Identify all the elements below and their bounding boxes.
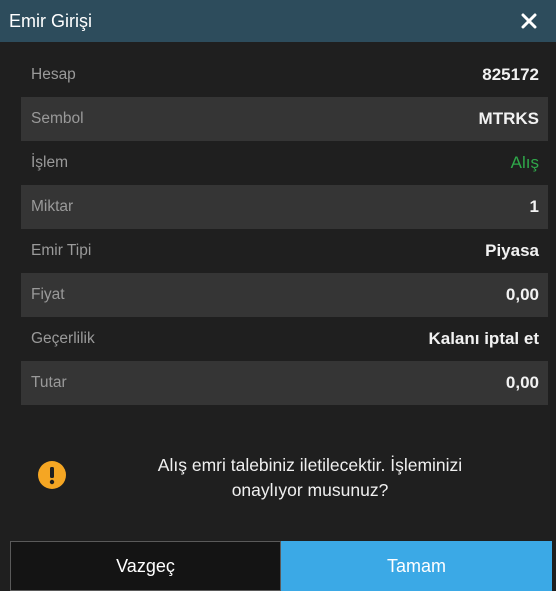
row-symbol: Sembol MTRKS <box>21 97 548 141</box>
field-label: Sembol <box>31 110 84 127</box>
order-type-value: Piyasa <box>485 241 539 260</box>
account-value: 825172 <box>482 65 539 84</box>
row-validity: Geçerlilik Kalanı iptal et <box>21 317 548 361</box>
field-label: Emir Tipi <box>31 242 92 259</box>
row-account: Hesap 825172 <box>21 53 548 97</box>
field-label: Tutar <box>31 374 67 391</box>
cancel-button[interactable]: Vazgeç <box>10 541 281 591</box>
confirmation-line-1: Alış emri talebiniz iletilecektir. İşlem… <box>157 455 463 475</box>
row-order-type: Emir Tipi Piyasa <box>21 229 548 273</box>
warning-icon <box>38 461 66 489</box>
field-label: Geçerlilik <box>31 330 95 347</box>
bottom-strip <box>0 591 556 598</box>
dialog-buttons: Vazgeç Tamam <box>10 541 552 591</box>
confirmation-message: Alış emri talebiniz iletilecektir. İşlem… <box>80 453 540 503</box>
transaction-value: Alış <box>510 153 539 172</box>
order-details: Hesap 825172 Sembol MTRKS İşlem Alış Mik… <box>21 53 548 405</box>
row-quantity: Miktar 1 <box>21 185 548 229</box>
price-value: 0,00 <box>505 285 539 304</box>
confirmation-line-2: onaylıyor musunuz? <box>231 480 389 500</box>
row-price: Fiyat 0,00 <box>21 273 548 317</box>
confirm-button[interactable]: Tamam <box>281 541 552 591</box>
row-amount: Tutar 0,00 <box>21 361 548 405</box>
amount-value: 0,00 <box>505 373 539 392</box>
validity-value: Kalanı iptal et <box>428 329 539 348</box>
field-label: Fiyat <box>31 286 65 303</box>
quantity-value: 1 <box>529 197 539 216</box>
field-label: Miktar <box>31 198 74 215</box>
confirmation-notice: Alış emri talebiniz iletilecektir. İşlem… <box>0 445 556 515</box>
close-icon[interactable] <box>518 10 540 32</box>
dialog-titlebar: Emir Girişi <box>0 0 556 42</box>
symbol-value: MTRKS <box>478 109 539 128</box>
field-label: İşlem <box>31 154 69 171</box>
order-entry-dialog: Emir Girişi Hesap 825172 Sembol MTRKS İş… <box>0 0 556 598</box>
dialog-title: Emir Girişi <box>9 10 92 31</box>
row-transaction: İşlem Alış <box>21 141 548 185</box>
field-label: Hesap <box>31 66 76 83</box>
